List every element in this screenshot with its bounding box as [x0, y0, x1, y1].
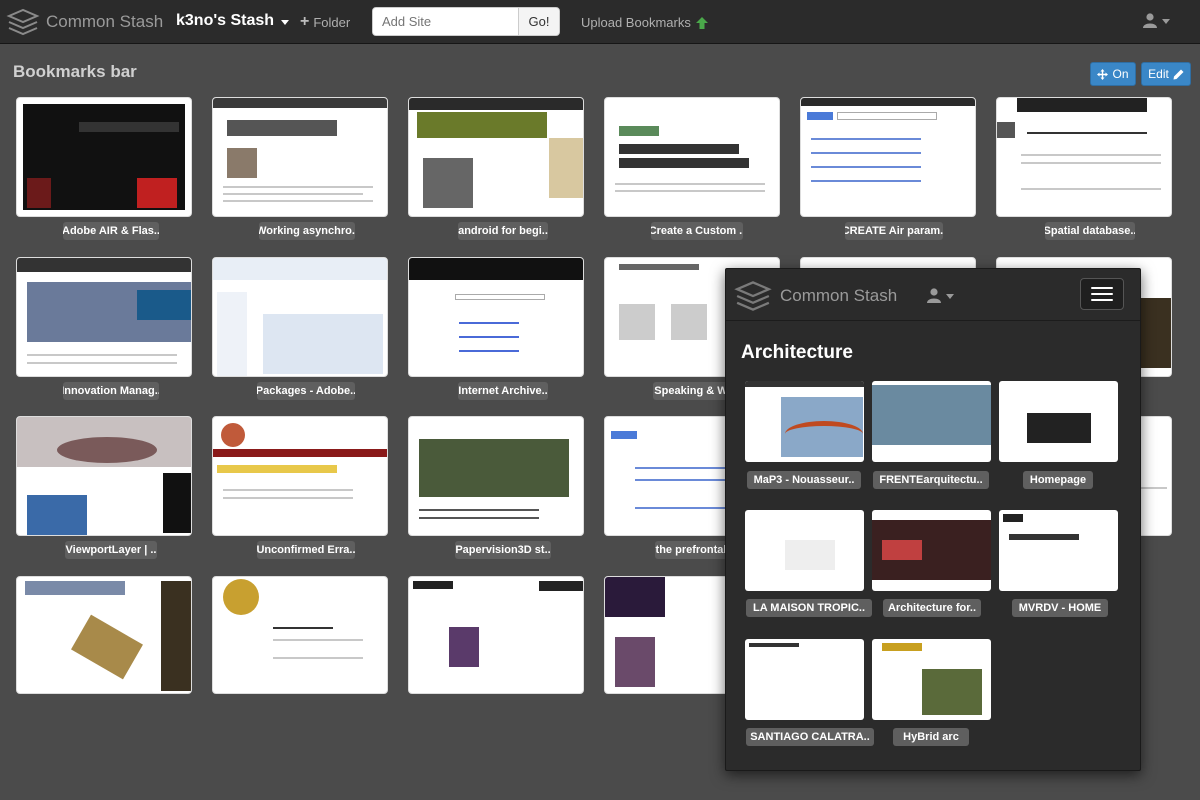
- bookmark-label[interactable]: Internet Archive..: [458, 382, 548, 400]
- bookmark-label[interactable]: Unconfirmed Erra..: [257, 541, 355, 559]
- upload-bookmarks-link[interactable]: Upload Bookmarks: [581, 15, 709, 30]
- caret-down-icon: [281, 19, 290, 25]
- bookmark-label[interactable]: the prefrontal: [655, 541, 727, 559]
- bookmark-thumbnail[interactable]: [16, 576, 192, 694]
- pencil-icon: [1173, 69, 1184, 79]
- on-label: On: [1112, 67, 1129, 81]
- stacked-boxes-icon: [734, 281, 772, 311]
- bookmark-label[interactable]: LA MAISON TROPIC..: [746, 599, 872, 617]
- bookmark-thumbnail[interactable]: [745, 639, 864, 720]
- add-site-input[interactable]: [373, 8, 518, 35]
- add-site-form: Go!: [372, 7, 560, 36]
- plus-icon: +: [300, 13, 310, 30]
- bookmark-thumbnail[interactable]: [16, 257, 192, 377]
- bookmark-thumbnail[interactable]: [604, 97, 780, 217]
- recycle-arrow-icon: [695, 16, 708, 29]
- move-arrows-icon: [1097, 68, 1109, 80]
- bookmark-thumbnail[interactable]: [408, 97, 584, 217]
- bookmark-label[interactable]: Create a Custom ..: [651, 222, 743, 240]
- user-icon: [927, 288, 941, 303]
- panel-title: Architecture: [741, 342, 853, 363]
- panel-user-menu[interactable]: [926, 287, 954, 303]
- bookmark-thumbnail[interactable]: [999, 510, 1118, 591]
- bookmark-label[interactable]: Innovation Manag..: [63, 382, 159, 400]
- folder-label: Folder: [313, 14, 351, 30]
- bookmark-label[interactable]: Packages - Adobe..: [257, 382, 355, 400]
- user-icon: [1143, 13, 1157, 28]
- panel-brand-name: Common Stash: [780, 286, 898, 305]
- bookmark-label[interactable]: HyBrid arc: [893, 728, 969, 746]
- bookmark-label[interactable]: CREATE Air param..: [845, 222, 943, 240]
- user-menu[interactable]: [1142, 12, 1170, 28]
- bookmark-thumbnail[interactable]: [872, 381, 991, 462]
- bookmark-thumbnail[interactable]: [800, 97, 976, 217]
- bookmark-thumbnail[interactable]: [212, 576, 388, 694]
- add-folder-button[interactable]: + Folder: [300, 13, 350, 31]
- stash-selector[interactable]: k3no's Stash: [176, 12, 290, 30]
- bookmark-thumbnail[interactable]: [872, 510, 991, 591]
- brand-name: Common Stash: [46, 12, 164, 31]
- bookmark-thumbnail[interactable]: [212, 416, 388, 536]
- bookmark-label[interactable]: Homepage: [1023, 471, 1093, 489]
- bookmark-label[interactable]: Architecture for..: [883, 599, 981, 617]
- panel-brand-logo[interactable]: Common Stash: [732, 279, 897, 313]
- on-button[interactable]: On: [1090, 62, 1136, 86]
- bookmark-thumbnail[interactable]: [872, 639, 991, 720]
- upload-label: Upload Bookmarks: [581, 15, 691, 30]
- go-button[interactable]: Go!: [518, 8, 559, 35]
- top-navbar: Common Stash k3no's Stash + Folder Go! U…: [0, 0, 1200, 44]
- bookmark-thumbnail[interactable]: [996, 97, 1172, 217]
- panel-header: Common Stash: [726, 269, 1140, 321]
- stacked-boxes-icon: [6, 8, 40, 36]
- bookmark-label[interactable]: Spatial database..: [1045, 222, 1135, 240]
- edit-button[interactable]: Edit: [1141, 62, 1191, 86]
- bookmark-label[interactable]: android for begi..: [458, 222, 548, 240]
- architecture-panel: Common Stash Architecture MaP3 - Nouasse…: [725, 268, 1141, 771]
- bookmark-label[interactable]: MaP3 - Nouasseur..: [747, 471, 861, 489]
- caret-down-icon: [946, 293, 954, 299]
- stash-name-label: k3no's Stash: [176, 12, 275, 29]
- bookmark-label[interactable]: MVRDV - HOME: [1012, 599, 1108, 617]
- bookmark-label[interactable]: Speaking & Wr: [653, 382, 733, 400]
- bookmark-thumbnail[interactable]: [212, 257, 388, 377]
- bookmark-label[interactable]: Working asynchro..: [259, 222, 355, 240]
- brand-logo[interactable]: Common Stash: [6, 5, 163, 39]
- bookmark-label[interactable]: ViewportLayer | ..: [65, 541, 157, 559]
- bookmark-thumbnail[interactable]: [999, 381, 1118, 462]
- bookmark-thumbnail[interactable]: [408, 416, 584, 536]
- bookmark-thumbnail[interactable]: [16, 416, 192, 536]
- hamburger-icon[interactable]: [1080, 278, 1124, 310]
- bookmark-thumbnail[interactable]: [408, 257, 584, 377]
- bookmark-thumbnail[interactable]: [745, 510, 864, 591]
- bookmark-label[interactable]: SANTIAGO CALATRA..: [746, 728, 874, 746]
- bookmark-thumbnail[interactable]: [16, 97, 192, 217]
- bookmark-label[interactable]: Adobe AIR & Flas..: [63, 222, 159, 240]
- edit-label: Edit: [1148, 67, 1169, 81]
- bookmark-thumbnail[interactable]: [745, 381, 864, 462]
- page-title: Bookmarks bar: [13, 62, 137, 81]
- bookmark-label[interactable]: Papervision3D st..: [455, 541, 551, 559]
- caret-down-icon: [1162, 18, 1170, 24]
- bookmark-thumbnail[interactable]: [212, 97, 388, 217]
- bookmark-thumbnail[interactable]: [408, 576, 584, 694]
- bookmark-label[interactable]: FRENTEarquitectu..: [873, 471, 989, 489]
